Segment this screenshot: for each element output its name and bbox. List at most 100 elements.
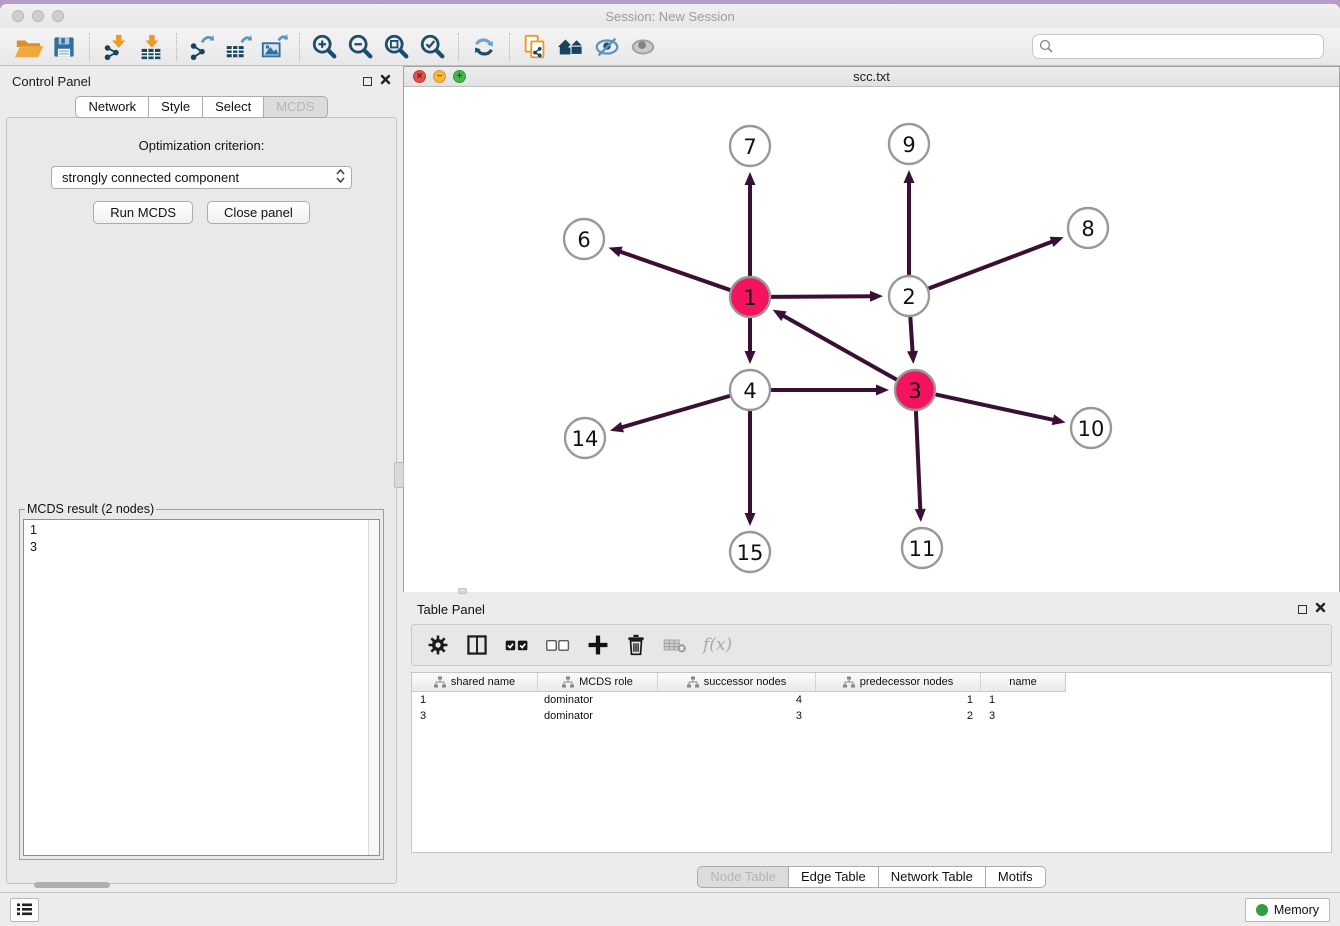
network-view-window: × − + scc.txt 7968124314101511 (403, 66, 1340, 592)
cell-mcds-role[interactable]: dominator (538, 692, 658, 708)
graph-node-label-8: 8 (1081, 217, 1094, 241)
cell-name[interactable]: 3 (981, 708, 1065, 724)
export-table-icon[interactable] (220, 31, 256, 63)
memory-button[interactable]: Memory (1245, 898, 1330, 922)
cell-shared-name[interactable]: 1 (412, 692, 538, 708)
tab-network[interactable]: Network (75, 96, 149, 118)
add-column-icon[interactable] (586, 633, 610, 657)
close-table-panel-icon[interactable] (1315, 600, 1326, 618)
table-toolbar: f(x) (411, 624, 1332, 666)
table-tabs: Node Table Edge Table Network Table Moti… (403, 865, 1340, 893)
column-header-mcds-role[interactable]: MCDS role (538, 673, 658, 691)
float-panel-icon[interactable] (363, 77, 372, 86)
search-input[interactable] (1032, 34, 1324, 59)
control-panel-hscroll-thumb[interactable] (34, 882, 110, 888)
zoom-in-icon[interactable] (307, 31, 343, 63)
cell-predecessor-nodes[interactable]: 2 (816, 708, 981, 724)
table-panel: Table Panel (403, 592, 1340, 892)
network-minimize-icon[interactable]: − (433, 70, 446, 83)
zoom-fit-content-icon[interactable] (379, 31, 415, 63)
control-panel-title: Control Panel (12, 74, 91, 89)
apply-preferred-layout-icon[interactable] (466, 31, 502, 63)
cell-successor-nodes[interactable]: 3 (658, 708, 816, 724)
show-all-networks-icon[interactable] (553, 31, 589, 63)
graph-edge-3-1[interactable] (782, 315, 896, 380)
apply-function-icon: f(x) (703, 635, 732, 655)
import-network-icon[interactable] (97, 31, 133, 63)
graph-edge-1-2[interactable] (771, 296, 872, 297)
hide-selected-icon[interactable] (589, 31, 625, 63)
graph-edge-3-11[interactable] (916, 411, 920, 511)
result-scrollbar[interactable] (368, 520, 379, 855)
tab-node-table[interactable]: Node Table (697, 866, 789, 888)
graph-edge-1-6[interactable] (619, 251, 730, 290)
window-close-icon[interactable] (12, 10, 24, 22)
import-table-icon[interactable] (133, 31, 169, 63)
table-splitter-grip[interactable] (458, 588, 467, 594)
graph-node-label-2: 2 (902, 285, 915, 309)
column-label: MCDS role (579, 676, 633, 688)
column-header-shared-name[interactable]: shared name (412, 673, 538, 691)
tab-style[interactable]: Style (149, 96, 203, 118)
window-titlebar: Session: New Session (0, 4, 1340, 28)
network-maximize-icon[interactable]: + (453, 70, 466, 83)
mcds-result-area[interactable]: 1 3 (23, 519, 380, 856)
graph-edge-arrowhead (745, 513, 756, 526)
graph-node-label-1: 1 (743, 286, 756, 310)
graph-edge-arrowhead (745, 351, 756, 364)
window-zoom-icon[interactable] (52, 10, 64, 22)
first-neighbors-icon[interactable] (517, 31, 553, 63)
show-columns-icon[interactable] (465, 633, 489, 657)
network-window-titlebar[interactable]: × − + scc.txt (404, 67, 1339, 87)
column-header-name[interactable]: name (981, 673, 1065, 691)
graph-edge-arrowhead (745, 172, 756, 185)
graph-edge-2-8[interactable] (929, 241, 1054, 288)
network-canvas[interactable]: 7968124314101511 (404, 87, 1339, 595)
deselect-all-rows-icon[interactable] (545, 634, 571, 656)
tab-mcds[interactable]: MCDS (264, 96, 327, 118)
export-network-icon[interactable] (184, 31, 220, 63)
cell-shared-name[interactable]: 3 (412, 708, 538, 724)
graph-edge-2-3[interactable] (910, 317, 912, 353)
zoom-out-icon[interactable] (343, 31, 379, 63)
tab-network-table[interactable]: Network Table (879, 866, 986, 888)
column-header-predecessor-nodes[interactable]: predecessor nodes (816, 673, 981, 691)
run-mcds-button[interactable]: Run MCDS (93, 201, 193, 224)
panel-splitter-grip[interactable] (394, 462, 404, 488)
tab-edge-table[interactable]: Edge Table (789, 866, 879, 888)
task-history-button[interactable] (10, 898, 39, 922)
window-traffic-lights (12, 10, 64, 22)
delete-columns-icon[interactable] (625, 633, 647, 657)
network-close-icon[interactable]: × (413, 70, 426, 83)
close-panel-icon[interactable] (380, 72, 391, 90)
cell-predecessor-nodes[interactable]: 1 (816, 692, 981, 708)
cell-successor-nodes[interactable]: 4 (658, 692, 816, 708)
close-panel-button[interactable]: Close panel (207, 201, 310, 224)
graph-edge-3-10[interactable] (936, 394, 1055, 420)
show-hidden-icon[interactable] (625, 31, 661, 63)
graph-edge-4-14[interactable] (621, 396, 730, 428)
table-row: 3 dominator 3 2 3 (412, 708, 1331, 724)
table-hscroll-strip[interactable] (411, 853, 1332, 865)
select-all-rows-icon[interactable] (504, 634, 530, 656)
float-table-panel-icon[interactable] (1298, 605, 1307, 614)
zoom-selected-region-icon[interactable] (415, 31, 451, 63)
column-header-successor-nodes[interactable]: successor nodes (658, 673, 816, 691)
cell-mcds-role[interactable]: dominator (538, 708, 658, 724)
table-settings-icon[interactable] (426, 633, 450, 657)
table-header-row: shared name MCDS role successor nodes (412, 673, 1066, 692)
graph-node-label-6: 6 (577, 228, 590, 252)
criterion-dropdown[interactable]: strongly connected component (51, 166, 352, 189)
table-row: 1 dominator 4 1 1 (412, 692, 1331, 708)
open-session-icon[interactable] (10, 31, 46, 63)
window-minimize-icon[interactable] (32, 10, 44, 22)
criterion-value: strongly connected component (62, 170, 336, 185)
cell-name[interactable]: 1 (981, 692, 1065, 708)
mcds-result-box: MCDS result (2 nodes) 1 3 (19, 502, 384, 860)
graph-edge-arrowhead (1052, 414, 1066, 425)
tab-motifs[interactable]: Motifs (986, 866, 1046, 888)
save-session-icon[interactable] (46, 31, 82, 63)
tab-select[interactable]: Select (203, 96, 264, 118)
mcds-result-legend: MCDS result (2 nodes) (25, 502, 156, 516)
export-image-icon[interactable] (256, 31, 292, 63)
